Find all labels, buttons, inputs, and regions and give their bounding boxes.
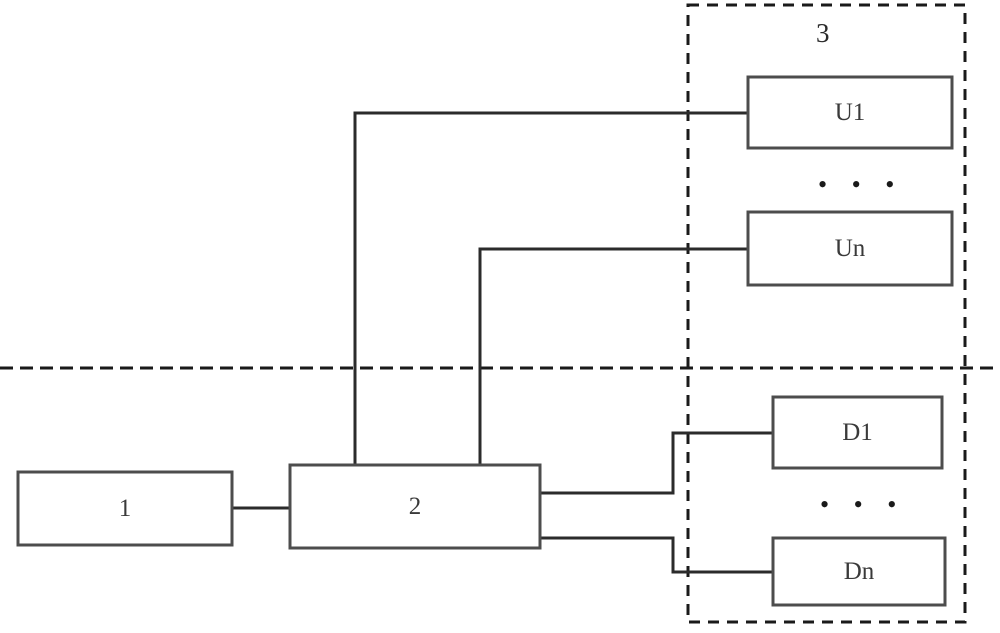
node-box-1[interactable]	[16, 470, 234, 547]
node-box-d1[interactable]	[771, 395, 944, 470]
group-label-3: 3	[816, 18, 830, 48]
node-boxes	[16, 75, 954, 607]
node-box-un[interactable]	[746, 210, 954, 287]
node-box-u1[interactable]	[746, 75, 954, 150]
connector-2-to-d1	[540, 431, 773, 495]
ellipsis-lower: • • •	[820, 490, 906, 519]
connector-2-to-dn	[540, 536, 773, 574]
node-box-dn[interactable]	[771, 536, 947, 607]
diagram-svg	[0, 3, 1000, 624]
ellipsis-upper: • • •	[818, 170, 904, 199]
diagram-canvas: 1 2 U1 Un D1 Dn 3 • • • • • •	[0, 0, 1000, 633]
node-box-2[interactable]	[288, 463, 542, 550]
